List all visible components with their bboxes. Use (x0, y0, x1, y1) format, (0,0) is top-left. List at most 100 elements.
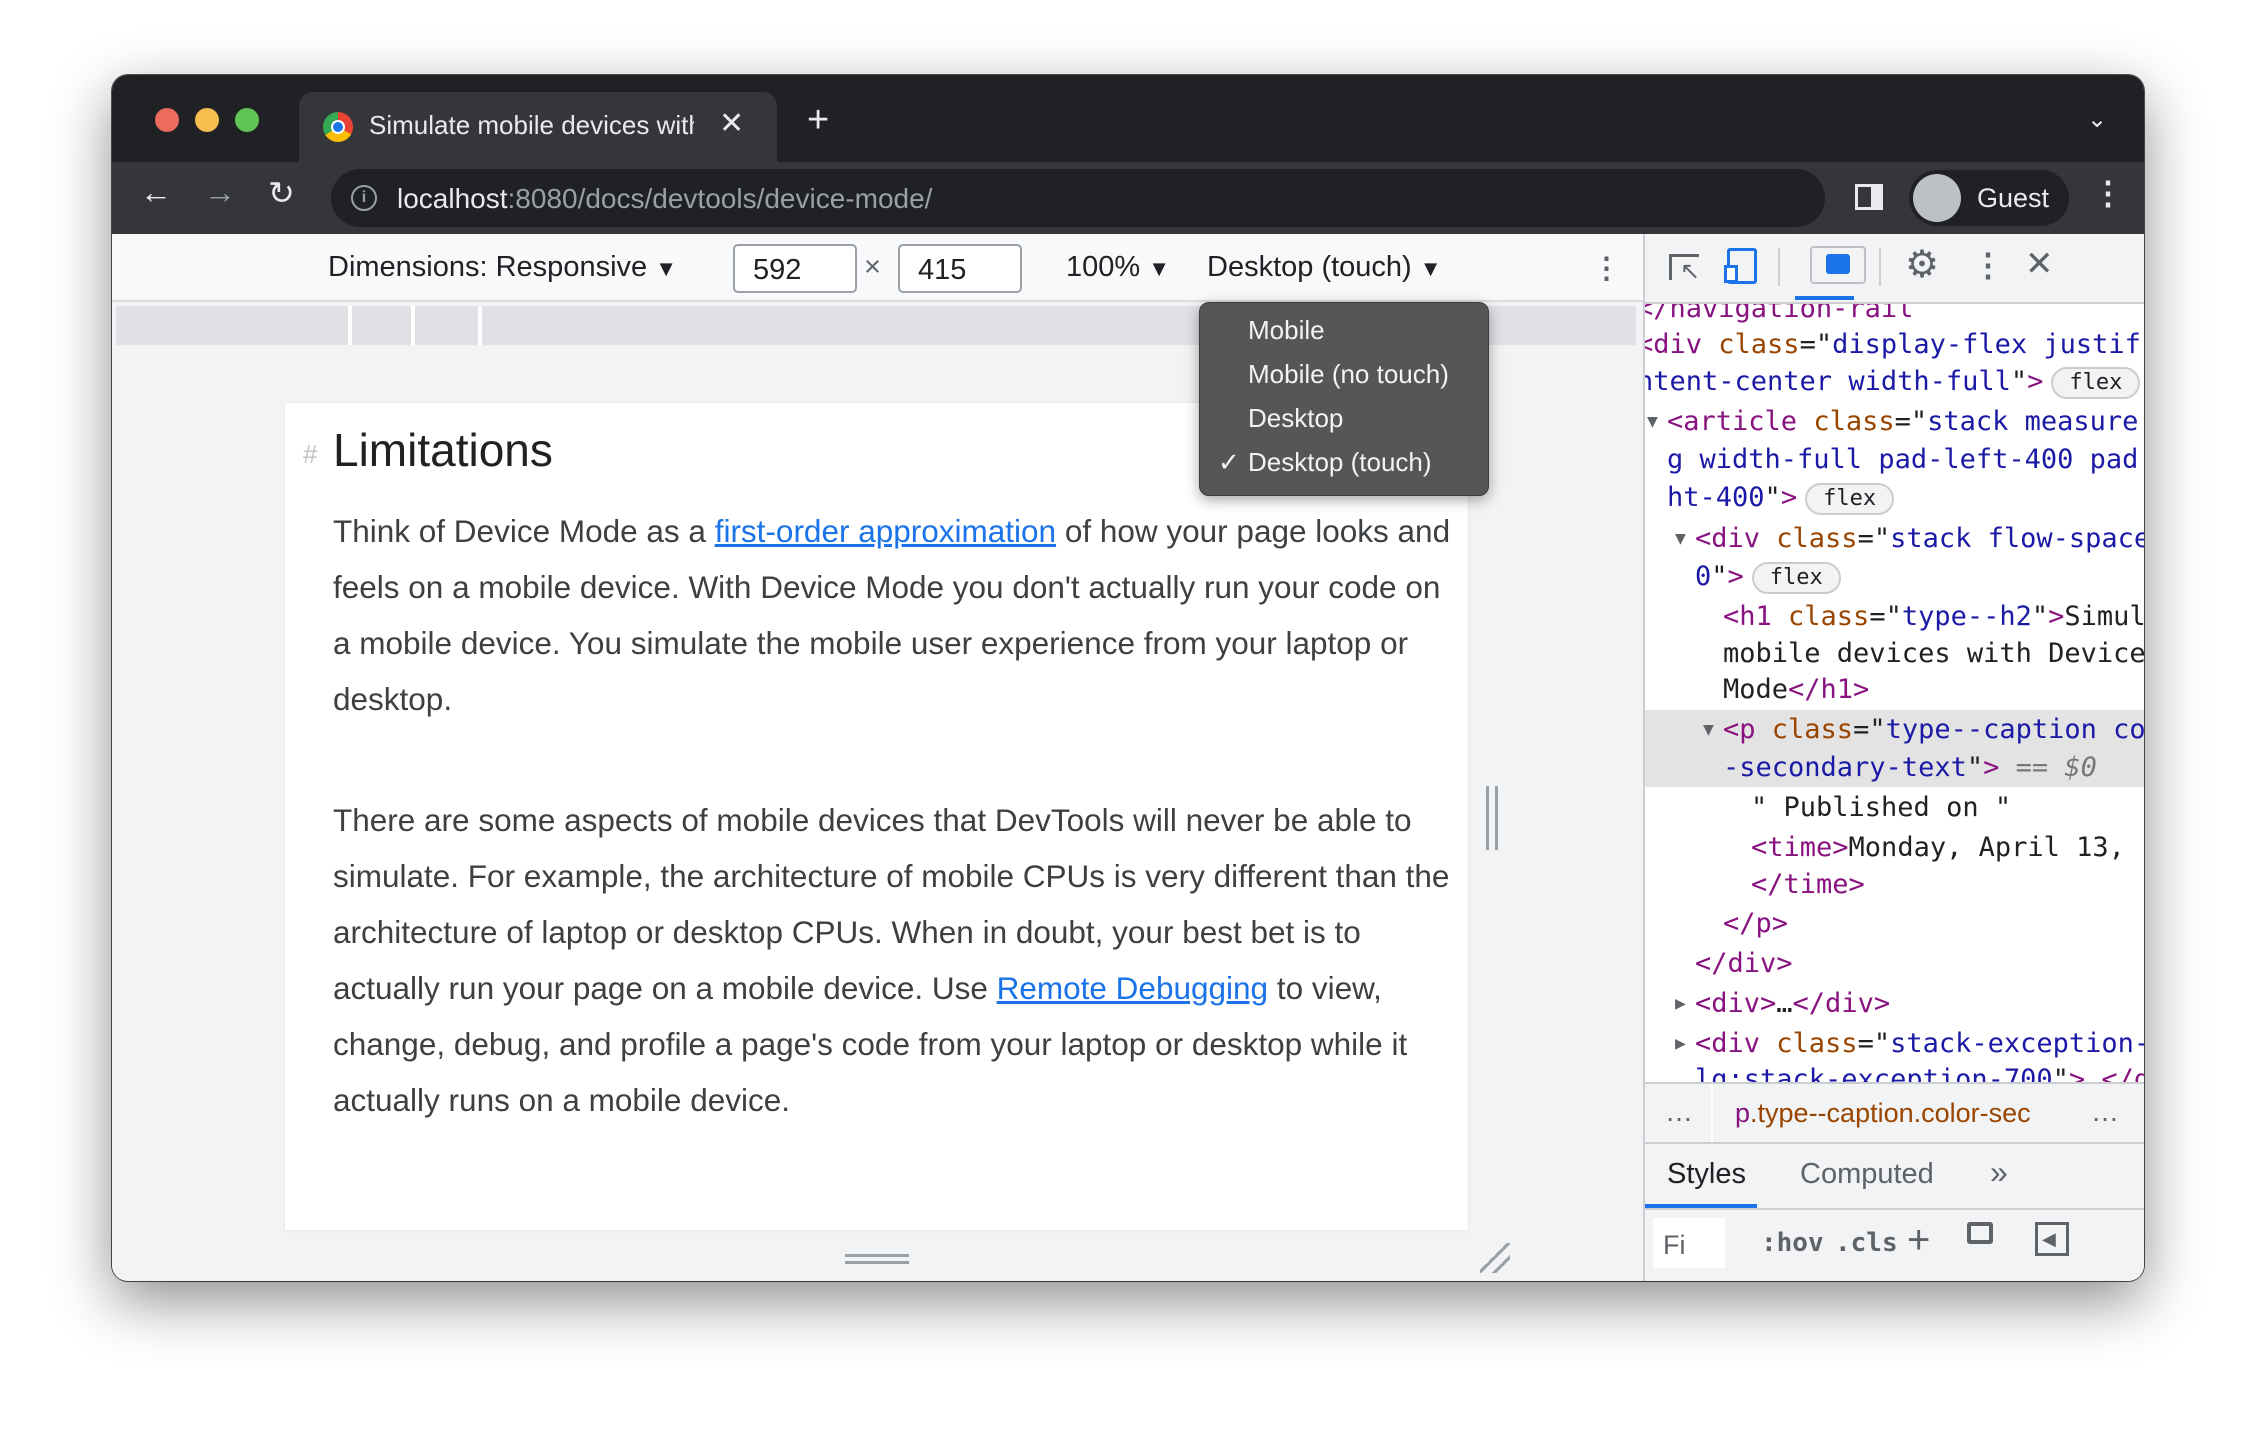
flex-badge[interactable]: flex (2051, 366, 2141, 399)
tab-styles[interactable]: Styles (1667, 1158, 1746, 1191)
close-devtools-icon[interactable]: ✕ (2025, 244, 2054, 284)
code-token: Monday, April 13, (1848, 832, 2125, 863)
more-tabs-icon[interactable]: » (1990, 1154, 2008, 1191)
code-token: ntent-center width-full (1645, 366, 2011, 397)
tab-computed[interactable]: Computed (1800, 1158, 1934, 1191)
flex-badge[interactable]: flex (1805, 482, 1895, 515)
dom-node-line[interactable]: lg:stack-exception-700">…</div> (1645, 1060, 2144, 1082)
breadcrumb-scroll-right[interactable]: … (2091, 1096, 2119, 1128)
menu-item[interactable]: Desktop (1248, 403, 1343, 434)
new-style-rule-icon[interactable]: + (1907, 1218, 1930, 1263)
width-input[interactable]: 592 (733, 244, 857, 293)
devtools-toolbar: ↖ ⚙ ⋮ ✕ (1645, 234, 2144, 304)
tab-search-chevron-icon[interactable]: ⌄ (2087, 105, 2107, 134)
code-token: display-flex justif (1832, 329, 2141, 360)
device-toolbar-toggle-icon[interactable] (1724, 248, 1757, 284)
forward-icon[interactable]: → (204, 174, 236, 211)
code-token: </time> (1751, 869, 1865, 900)
zoom-dropdown[interactable]: 100% ▼ (1066, 251, 1170, 284)
expanded-arrow-icon[interactable]: ▼ (1703, 710, 1714, 749)
dom-node-line[interactable]: <time>Monday, April 13, (1645, 828, 2144, 867)
dom-node-line[interactable]: </div> (1645, 944, 2144, 983)
height-input[interactable]: 415 (898, 244, 1022, 293)
elements-tree[interactable]: </navigation-rail <div class="display-fle… (1645, 304, 2144, 1082)
dom-node-line[interactable]: -secondary-text"> == $0 (1645, 748, 2144, 787)
close-tab-icon[interactable]: ✕ (719, 106, 744, 141)
menu-item[interactable]: Mobile (1248, 315, 1325, 346)
device-type-label: Desktop (touch) (1207, 251, 1412, 283)
dom-node-line[interactable]: <h1 class="type--h2">Simulate (1645, 597, 2144, 636)
styles-toolbar: Fi :hov .cls + ◀ (1645, 1210, 2144, 1281)
dimensions-dropdown[interactable]: Dimensions: Responsive ▼ (328, 251, 677, 284)
code-token: … (1776, 988, 1793, 1019)
back-icon[interactable]: ← (140, 174, 172, 211)
dom-node-line[interactable]: ▼ <article class="stack measure (1645, 402, 2144, 441)
dom-node-line[interactable]: mobile devices with Device (1645, 634, 2144, 673)
inspect-element-icon[interactable]: ↖ (1669, 254, 1700, 285)
code-token: stack flow-space (1890, 523, 2144, 554)
dom-node-line[interactable]: ▶ <div>…</div> (1645, 984, 2144, 1023)
remote-debugging-link[interactable]: Remote Debugging (997, 970, 1268, 1006)
cls-button[interactable]: .cls (1835, 1228, 1898, 1258)
code-token: =" (1869, 601, 1902, 632)
close-window-button[interactable] (155, 108, 179, 132)
expanded-arrow-icon[interactable]: ▼ (1675, 519, 1686, 558)
device-toolbar-more-icon[interactable]: ⋮ (1592, 251, 1621, 286)
code-token: </p> (1723, 908, 1789, 939)
code-token: ht-400 (1667, 482, 1765, 513)
code-token: " Published on " (1751, 792, 2012, 823)
address-bar[interactable]: i localhost:8080/docs/devtools/device-mo… (331, 169, 1825, 227)
dom-node-line[interactable]: ▼ <div class="stack flow-space (1645, 519, 2144, 558)
hov-button[interactable]: :hov (1761, 1228, 1824, 1258)
first-order-approximation-link[interactable]: first-order approximation (715, 513, 1056, 549)
code-token: =" (1894, 406, 1928, 437)
height-resize-handle[interactable] (845, 1254, 909, 1264)
collapsed-arrow-icon[interactable]: ▶ (1675, 1024, 1686, 1063)
dom-node-line[interactable]: ▼ <p class="type--caption color (1645, 710, 2144, 749)
maximize-window-button[interactable] (235, 108, 259, 132)
paint-brush-icon[interactable] (1967, 1222, 1993, 1244)
tab-active[interactable]: Simulate mobile devices with DevTools ✕ (299, 92, 777, 162)
minimize-window-button[interactable] (195, 108, 219, 132)
code-token: <div (1695, 1028, 1777, 1059)
toggle-sidebar-icon[interactable]: ◀ (2035, 1222, 2069, 1256)
device-type-dropdown[interactable]: Desktop (touch) ▼ (1207, 251, 1442, 284)
dom-node-line[interactable]: </time> (1645, 865, 2144, 904)
chrome-menu-icon[interactable]: ⋮ (2092, 174, 2124, 212)
dom-node-line[interactable]: ht-400"> flex (1645, 478, 2144, 517)
dom-node-line[interactable]: <div class="display-flex justif (1645, 325, 2144, 364)
collapsed-arrow-icon[interactable]: ▶ (1675, 984, 1686, 1023)
expanded-arrow-icon[interactable]: ▼ (1647, 402, 1658, 441)
dom-node-line[interactable]: " Published on " (1645, 788, 2144, 827)
corner-resize-handle[interactable] (1480, 1243, 1510, 1273)
menu-item[interactable]: ✓ Desktop (touch) (1218, 447, 1432, 478)
heading-anchor[interactable]: # (303, 439, 317, 470)
side-panel-icon[interactable] (1855, 184, 1883, 210)
settings-gear-icon[interactable]: ⚙ (1905, 242, 1939, 287)
flex-badge[interactable]: flex (1751, 561, 1841, 594)
new-tab-icon[interactable]: + (807, 101, 829, 139)
filter-input[interactable]: Fi (1653, 1218, 1725, 1268)
dom-node-line[interactable]: ntent-center width-full"> flex (1645, 362, 2144, 401)
dom-node-line[interactable]: g width-full pad-left-400 pad (1645, 440, 2144, 479)
profile-name: Guest (1977, 183, 2050, 213)
dimensions-label: Dimensions: Responsive (328, 251, 648, 283)
devtools-more-icon[interactable]: ⋮ (1972, 246, 2004, 284)
dom-node-line[interactable]: 0"> flex (1645, 557, 2144, 596)
profile-button[interactable]: Guest (1909, 170, 2069, 226)
url-text[interactable]: localhost:8080/docs/devtools/device-mode… (397, 183, 932, 215)
code-token: </h1> (1788, 674, 1870, 705)
code-token: == $0 (1999, 752, 2097, 783)
dropdown-arrow-icon: ▼ (1419, 256, 1442, 281)
dom-node-line[interactable]: Mode</h1> (1645, 670, 2144, 709)
dom-node-line[interactable]: </p> (1645, 904, 2144, 943)
dom-node-line[interactable]: ▶ <div class="stack-exception- (1645, 1024, 2144, 1063)
width-resize-handle[interactable] (1486, 786, 1498, 850)
menu-item[interactable]: Mobile (no touch) (1248, 359, 1449, 390)
breadcrumb-scroll-left[interactable]: … (1665, 1096, 1693, 1128)
site-info-icon[interactable]: i (351, 185, 377, 211)
breadcrumb-item[interactable]: p.type--caption.color-sec (1735, 1098, 2065, 1129)
elements-panel-tab[interactable] (1810, 246, 1866, 284)
reload-icon[interactable]: ↻ (268, 174, 295, 212)
code-token: Mode (1723, 674, 1789, 705)
